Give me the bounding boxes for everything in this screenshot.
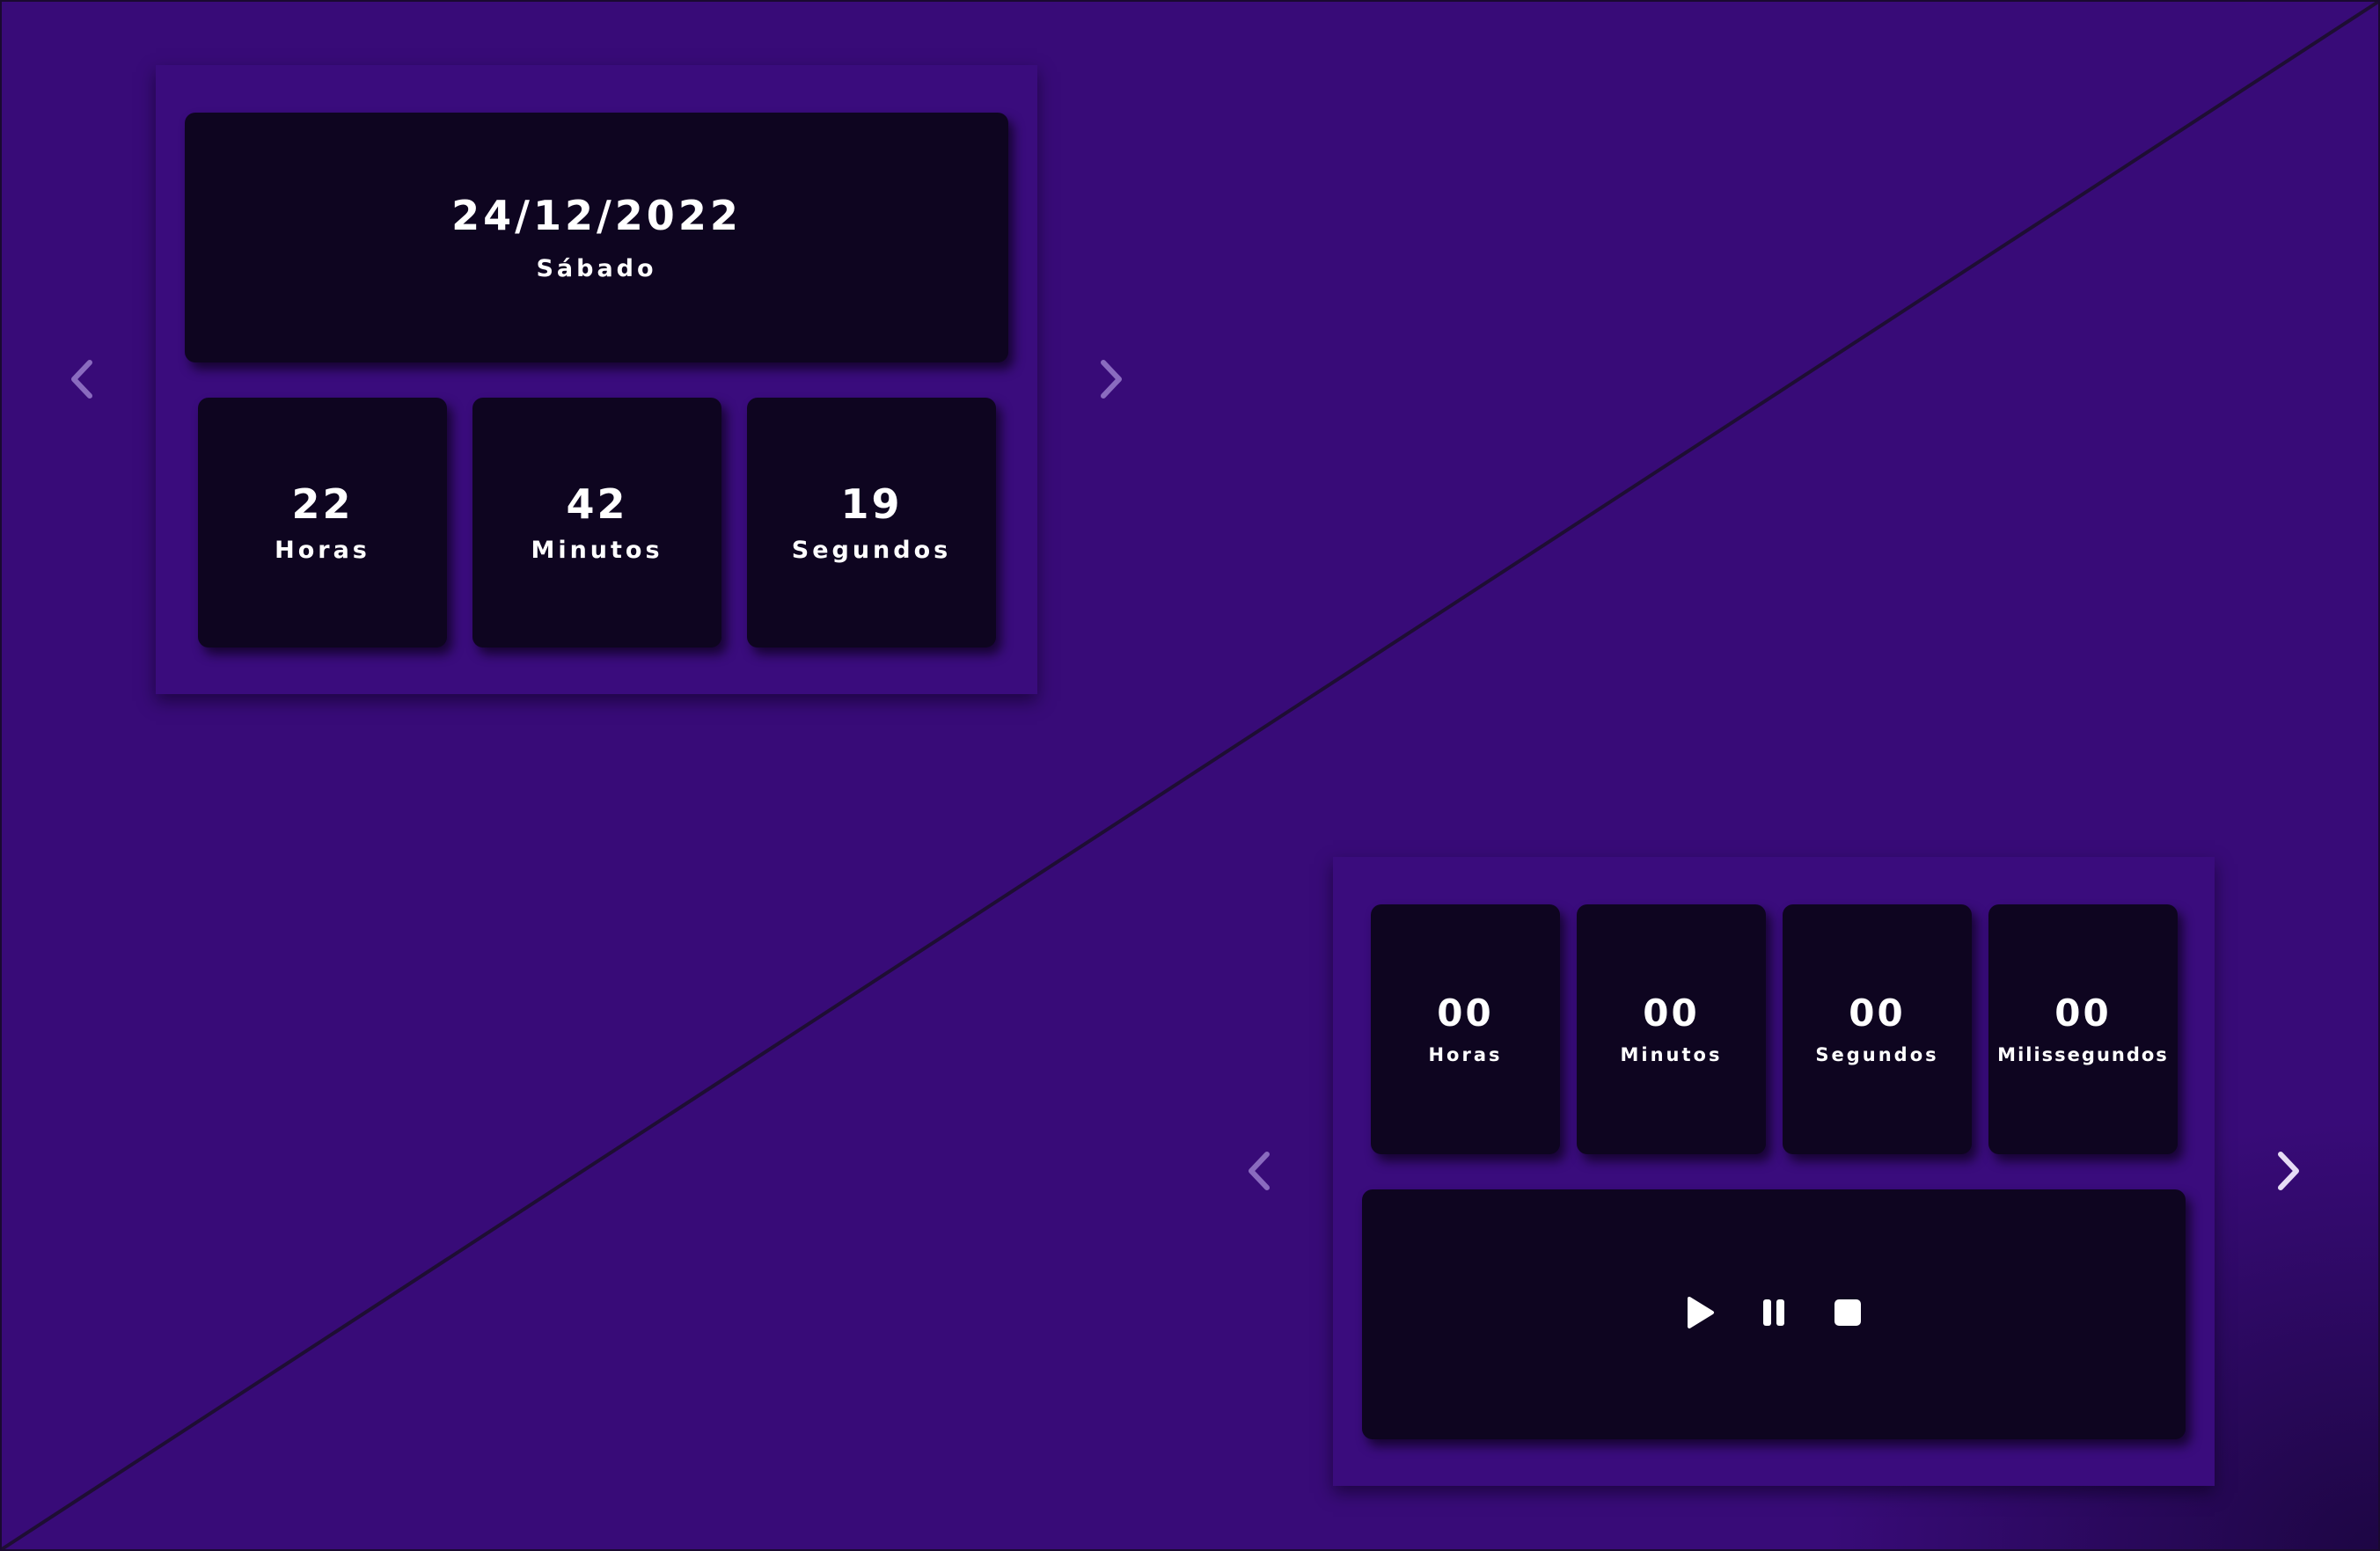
weekday-label: Sábado <box>536 254 657 282</box>
sw-milliseconds-label: Milissegundos <box>1997 1043 2169 1065</box>
clock-seconds-value: 19 <box>840 479 903 528</box>
sw-hours-label: Horas <box>1428 1043 1503 1065</box>
clock-hours-label: Horas <box>275 536 370 564</box>
sw-milliseconds-value: 00 <box>2054 991 2112 1035</box>
sw-hours-value: 00 <box>1437 991 1494 1035</box>
sw-seconds-card: 00 Segundos <box>1783 904 1972 1154</box>
clock-seconds-card: 19 Segundos <box>747 398 996 647</box>
clock-minutes-value: 42 <box>566 479 628 528</box>
pause-button[interactable] <box>1753 1293 1795 1335</box>
sw-minutes-value: 00 <box>1643 991 1700 1035</box>
sw-minutes-card: 00 Minutos <box>1577 904 1766 1154</box>
chevron-right-icon <box>2275 1151 2302 1191</box>
sw-minutes-label: Minutos <box>1620 1043 1723 1065</box>
clock-hours-card: 22 Horas <box>198 398 447 647</box>
pause-icon <box>1761 1298 1787 1331</box>
sw-milliseconds-card: 00 Milissegundos <box>1988 904 2178 1154</box>
controls-row <box>1663 1293 1885 1335</box>
stopwatch-panel: 00 Horas 00 Minutos 00 Segundos 00 Milis… <box>1333 857 2215 1486</box>
chevron-left-icon <box>69 359 95 399</box>
clock-minutes-card: 42 Minutos <box>472 398 721 647</box>
sw-hours-card: 00 Horas <box>1371 904 1560 1154</box>
stopwatch-next-arrow[interactable] <box>2262 1145 2315 1197</box>
chevron-right-icon <box>1098 359 1124 399</box>
date-card: 24/12/2022 Sábado <box>185 113 1008 362</box>
page-background: 24/12/2022 Sábado 22 Horas 42 Minutos 19… <box>0 0 2380 1551</box>
play-button[interactable] <box>1679 1293 1721 1335</box>
clock-next-arrow[interactable] <box>1085 353 1138 406</box>
clock-hours-value: 22 <box>291 479 354 528</box>
clock-prev-arrow[interactable] <box>55 353 108 406</box>
stopwatch-prev-arrow[interactable] <box>1233 1145 1285 1197</box>
controls-card <box>1362 1189 2186 1439</box>
stop-icon <box>1834 1299 1862 1330</box>
clock-seconds-label: Segundos <box>791 536 952 564</box>
sw-seconds-label: Segundos <box>1815 1043 1939 1065</box>
sw-seconds-value: 00 <box>1849 991 1906 1035</box>
chevron-left-icon <box>1246 1151 1272 1191</box>
stop-button[interactable] <box>1827 1293 1869 1335</box>
clock-panel: 24/12/2022 Sábado 22 Horas 42 Minutos 19… <box>156 65 1037 694</box>
clock-minutes-label: Minutos <box>531 536 663 564</box>
play-icon <box>1684 1295 1716 1334</box>
date-display: 24/12/2022 <box>451 191 742 239</box>
